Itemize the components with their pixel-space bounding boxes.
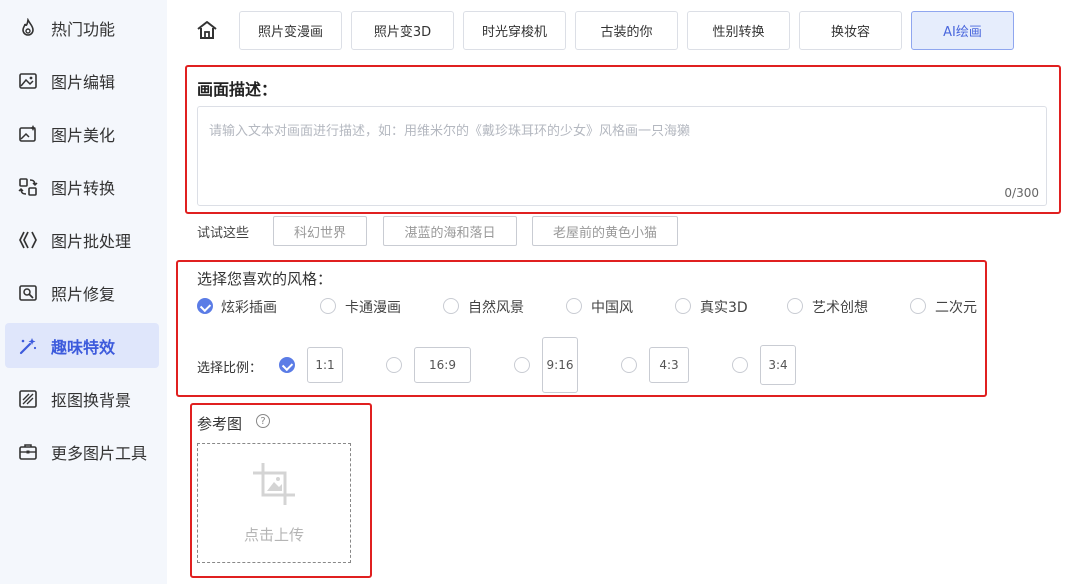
sidebar-item-label: 抠图换背景 [51,390,132,410]
style-radio-chinese[interactable] [566,298,582,314]
style-radio-anime[interactable] [910,298,926,314]
reference-title: 参考图 [197,415,243,433]
image-beauty-icon [18,124,38,144]
upload-text: 点击上传 [243,526,304,544]
ratio-radio-3-4[interactable] [732,357,748,373]
ratio-radio-1-1[interactable] [279,357,295,373]
sidebar-item-cutout[interactable]: 抠图换背景 [5,376,159,421]
suggestion-button[interactable]: 老屋前的黄色小猫 [532,216,678,246]
ratio-option-3-4[interactable]: 3:4 [760,345,796,385]
char-counter: 0/300 [1004,186,1039,200]
sidebar-item-beauty[interactable]: 图片美化 [5,111,159,156]
suggestion-button[interactable]: 湛蓝的海和落日 [383,216,517,246]
style-radio-cartoon[interactable] [320,298,336,314]
style-radio-nature[interactable] [443,298,459,314]
sidebar-item-label: 图片转换 [51,178,116,198]
ratio-label: 选择比例： [197,361,263,376]
style-radio-3d[interactable] [675,298,691,314]
sidebar-item-repair[interactable]: 照片修复 [5,270,159,315]
image-placeholder-icon [251,461,297,511]
sidebar-item-label: 照片修复 [51,284,116,304]
ratio-radio-16-9[interactable] [386,357,402,373]
style-title: 选择您喜欢的风格： [197,270,333,288]
sidebar-item-effects[interactable]: 趣味特效 [5,323,159,368]
photo-repair-icon [18,283,38,303]
style-option-label: 卡通漫画 [345,300,401,316]
tab-time-machine[interactable]: 时光穿梭机 [463,11,566,50]
sidebar-item-convert[interactable]: 图片转换 [5,164,159,209]
ratio-radio-9-16[interactable] [514,357,530,373]
upload-area[interactable]: 点击上传 [197,443,351,563]
style-option-label: 艺术创想 [812,300,868,316]
convert-icon [18,177,38,197]
image-edit-icon [18,71,38,91]
style-option-label: 自然风景 [468,300,524,316]
style-radio-art[interactable] [787,298,803,314]
sidebar-item-label: 热门功能 [51,19,116,39]
ratio-radio-4-3[interactable] [621,357,637,373]
suggestion-button[interactable]: 科幻世界 [273,216,367,246]
sidebar-item-label: 图片美化 [51,125,116,145]
sidebar-item-hot[interactable]: 热门功能 [5,5,159,50]
style-option-label: 二次元 [935,300,977,316]
ratio-option-9-16[interactable]: 9:16 [542,337,578,393]
style-option-label: 真实3D [700,300,748,316]
style-option-label: 中国风 [591,300,633,316]
sidebar-item-label: 图片编辑 [51,72,116,92]
style-option-label: 炫彩插画 [221,300,277,316]
try-label: 试试这些 [197,226,250,241]
tab-ai-painting[interactable]: AI绘画 [911,11,1014,50]
tab-gender-swap[interactable]: 性别转换 [687,11,790,50]
ratio-option-4-3[interactable]: 4:3 [649,347,689,383]
tab-ancient-costume[interactable]: 古装的你 [575,11,678,50]
toolbox-icon [18,442,38,462]
help-icon[interactable]: ? [256,414,270,428]
description-input[interactable] [198,107,1046,205]
sidebar-item-more[interactable]: 更多图片工具 [5,429,159,474]
ratio-option-16-9[interactable]: 16:9 [414,347,471,383]
sidebar: 热门功能 图片编辑 图片美化 图片转换 图片批处理 照片修复 趣味特效 抠图换背… [0,0,167,584]
sidebar-item-edit[interactable]: 图片编辑 [5,58,159,103]
sidebar-item-batch[interactable]: 图片批处理 [5,217,159,262]
sidebar-item-label: 趣味特效 [51,337,116,357]
description-box: 0/300 [197,106,1047,206]
tab-makeup[interactable]: 换妆容 [799,11,902,50]
ratio-option-1-1[interactable]: 1:1 [307,347,343,383]
sidebar-item-label: 图片批处理 [51,231,132,251]
tab-photo-to-comic[interactable]: 照片变漫画 [239,11,342,50]
batch-icon [18,230,38,250]
sidebar-item-label: 更多图片工具 [51,443,148,463]
cutout-icon [18,389,38,409]
style-radio-colorful[interactable] [197,298,213,314]
magic-wand-icon [18,336,38,356]
home-button[interactable] [193,19,221,45]
description-title: 画面描述： [197,80,278,99]
fire-icon [18,17,38,38]
tab-photo-to-3d[interactable]: 照片变3D [351,11,454,50]
home-icon [196,19,218,45]
